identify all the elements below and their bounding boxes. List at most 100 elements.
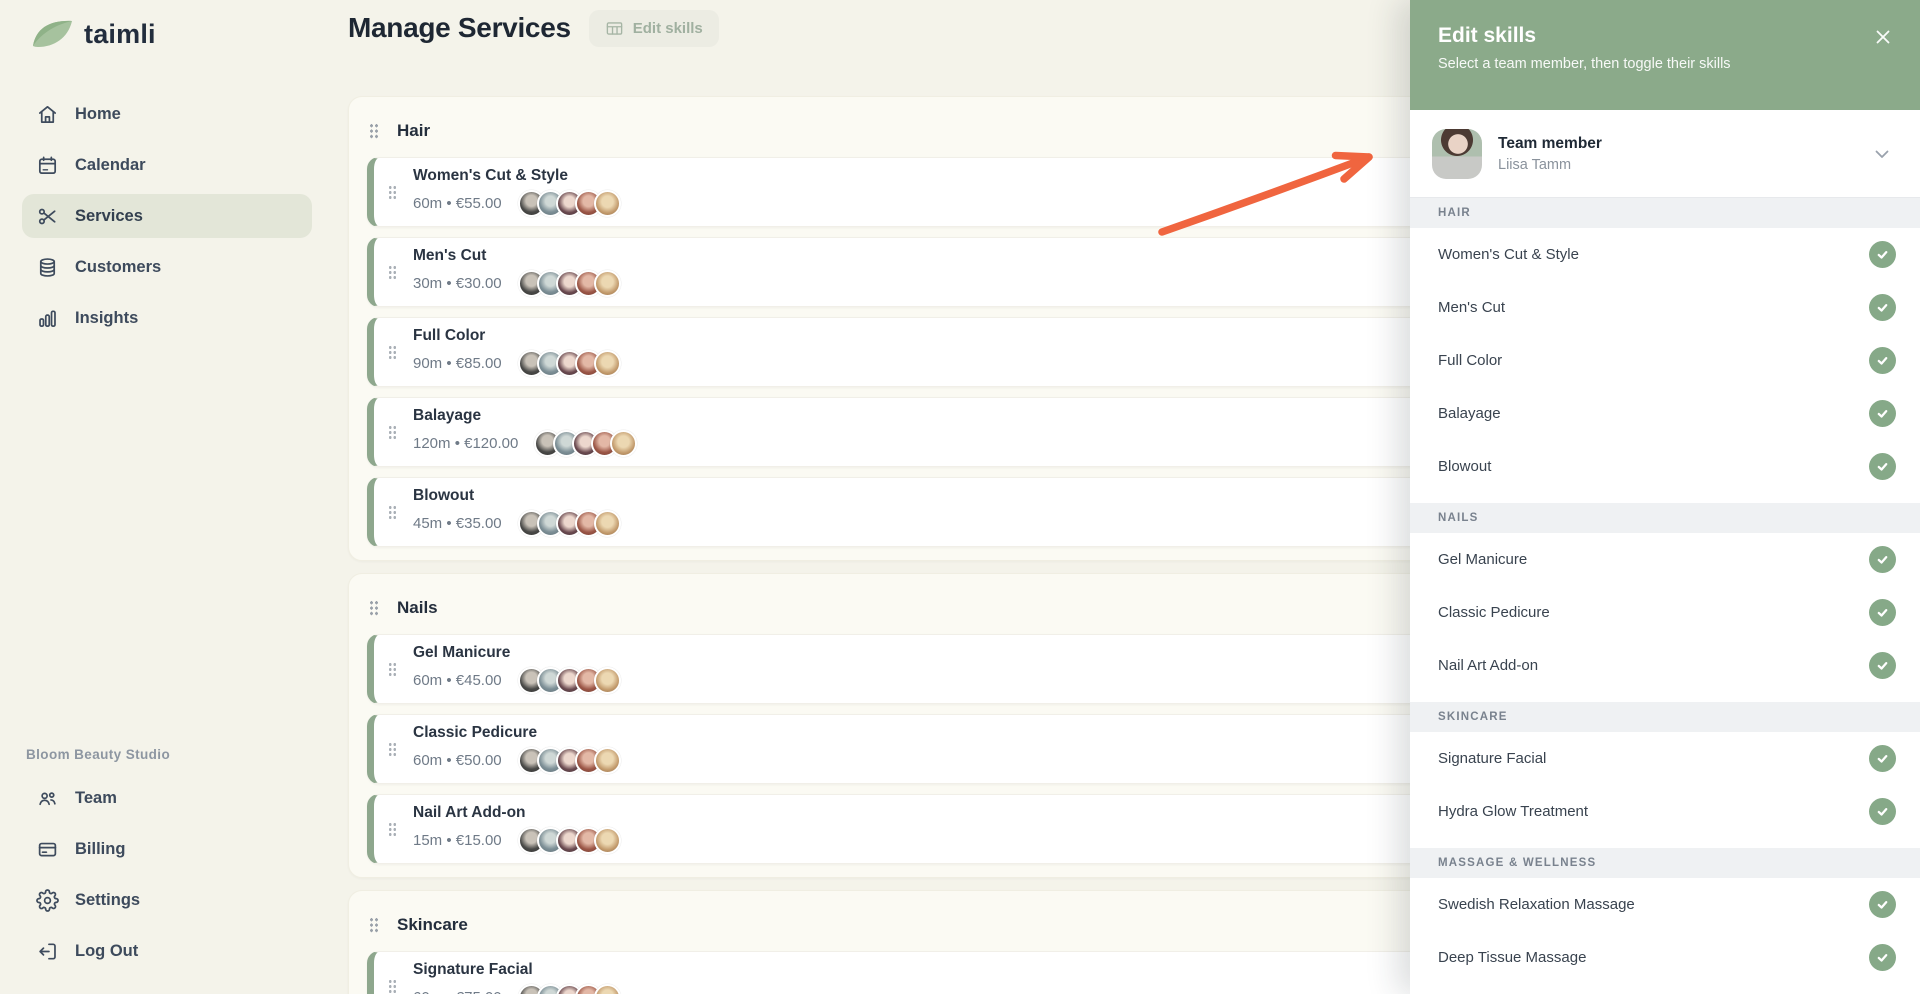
drag-handle-icon[interactable]: [388, 821, 397, 837]
skill-toggle-on-icon[interactable]: [1869, 400, 1896, 428]
staff-avatar-group: [512, 747, 621, 774]
skill-toggle-on-icon[interactable]: [1869, 453, 1896, 481]
skill-label: Blowout: [1438, 458, 1492, 476]
service-meta: 45m • €35.00: [413, 515, 502, 532]
sidebar-item-settings[interactable]: Settings: [22, 878, 312, 922]
sidebar-item-label: Billing: [75, 839, 126, 858]
skill-toggle-on-icon[interactable]: [1869, 294, 1896, 322]
skill-toggle-on-icon[interactable]: [1869, 546, 1896, 574]
skill-toggle-on-icon[interactable]: [1869, 745, 1896, 773]
team-member-label: Team member: [1498, 134, 1602, 152]
skill-row[interactable]: Hydra Glow Treatment: [1410, 785, 1920, 838]
calendar-icon: [36, 154, 59, 177]
skill-row[interactable]: Women's Cut & Style: [1410, 228, 1920, 281]
skill-section-rows: Swedish Relaxation Massage Deep Tissue M…: [1410, 878, 1920, 994]
sidebar-item-billing[interactable]: Billing: [22, 827, 312, 871]
drag-handle-icon[interactable]: [388, 978, 397, 994]
skill-section-title: SKINCARE: [1438, 711, 1508, 724]
avatar: [593, 827, 621, 854]
skill-row[interactable]: Balayage: [1410, 387, 1920, 440]
skill-label: Swedish Relaxation Massage: [1438, 896, 1635, 914]
avatar: [593, 984, 621, 994]
skill-toggle-on-icon[interactable]: [1869, 599, 1896, 627]
skill-section-header: MASSAGE & WELLNESS: [1410, 848, 1920, 879]
avatar: [1432, 128, 1482, 179]
sidebar-item-calendar[interactable]: Calendar: [22, 143, 312, 187]
drag-handle-icon[interactable]: [369, 123, 379, 139]
category-title: Nails: [397, 598, 438, 617]
drag-handle-icon[interactable]: [369, 917, 379, 933]
logo: taimli: [30, 16, 336, 52]
drag-handle-icon[interactable]: [388, 424, 397, 440]
skill-label: Deep Tissue Massage: [1438, 949, 1587, 967]
drag-handle-icon[interactable]: [388, 661, 397, 677]
sidebar-item-customers[interactable]: Customers: [22, 245, 312, 289]
skill-toggle-on-icon[interactable]: [1869, 891, 1896, 919]
staff-avatar-group: [528, 430, 638, 457]
sidebar-item-team[interactable]: Team: [22, 776, 312, 820]
gear-icon: [36, 888, 59, 912]
sidebar-item-services[interactable]: Services: [22, 194, 312, 238]
skill-section-header: NAILS: [1410, 503, 1920, 534]
skill-row[interactable]: Full Color: [1410, 334, 1920, 387]
skill-toggle-on-icon[interactable]: [1869, 652, 1896, 680]
drag-handle-icon[interactable]: [388, 504, 397, 520]
sidebar-item-insights[interactable]: Insights: [22, 296, 312, 340]
avatar: [593, 350, 621, 377]
skill-label: Nail Art Add-on: [1438, 657, 1539, 675]
category-title: Hair: [397, 121, 431, 140]
drag-handle-icon[interactable]: [369, 600, 379, 616]
skill-label: Women's Cut & Style: [1438, 246, 1579, 264]
service-meta: 60m • €50.00: [413, 752, 502, 769]
skill-row[interactable]: Nail Art Add-on: [1410, 639, 1920, 692]
skill-label: Hydra Glow Treatment: [1438, 803, 1589, 821]
page-title: Manage Services: [348, 12, 571, 43]
panel-title: Edit skills: [1438, 24, 1537, 47]
avatar: [593, 747, 621, 774]
skill-section-header: HAIR: [1410, 198, 1920, 229]
log-out-icon: [36, 940, 59, 963]
chevron-down-icon: [1870, 142, 1894, 166]
close-icon[interactable]: [1868, 22, 1898, 52]
drag-handle-icon[interactable]: [388, 741, 397, 757]
skill-label: Men's Cut: [1438, 299, 1506, 317]
service-name: Blowout: [413, 487, 475, 504]
skill-toggle-on-icon[interactable]: [1869, 944, 1896, 972]
drag-handle-icon[interactable]: [388, 184, 397, 200]
skill-toggle-on-icon[interactable]: [1869, 347, 1896, 375]
team-member-selector[interactable]: Team member Liisa Tamm: [1410, 110, 1920, 199]
skill-row[interactable]: Gel Manicure: [1410, 533, 1920, 586]
skill-row[interactable]: Deep Tissue Massage: [1410, 931, 1920, 984]
sidebar-item-label: Services: [75, 206, 143, 225]
staff-avatar-group: [512, 510, 621, 537]
edit-skills-button[interactable]: Edit skills: [588, 9, 719, 47]
sidebar-item-home[interactable]: Home: [22, 92, 312, 136]
avatar: [610, 430, 638, 457]
skill-row[interactable]: Classic Pedicure: [1410, 586, 1920, 639]
edit-skills-panel: Edit skills Select a team member, then t…: [1410, 0, 1920, 994]
skill-toggle-on-icon[interactable]: [1869, 798, 1896, 826]
workspace-label: Bloom Beauty Studio: [26, 747, 171, 762]
service-name: Gel Manicure: [413, 644, 511, 661]
drag-handle-icon[interactable]: [388, 264, 397, 280]
service-name: Full Color: [413, 327, 486, 344]
sidebar-item-label: Settings: [75, 890, 141, 909]
skill-row[interactable]: Blowout: [1410, 440, 1920, 493]
sidebar-item-logout[interactable]: Log Out: [22, 929, 312, 973]
team-member-name: Liisa Tamm: [1498, 156, 1572, 173]
skill-row[interactable]: Men's Cut: [1410, 281, 1920, 334]
skill-row[interactable]: Swedish Relaxation Massage: [1410, 878, 1920, 931]
service-name: Men's Cut: [413, 247, 487, 264]
service-name: Women's Cut & Style: [413, 167, 568, 184]
panel-header: Edit skills Select a team member, then t…: [1410, 0, 1920, 111]
skill-row[interactable]: Signature Facial: [1410, 732, 1920, 785]
drag-handle-icon[interactable]: [388, 344, 397, 360]
sidebar-item-label: Team: [75, 788, 117, 807]
table-grid-icon: [605, 19, 624, 38]
service-meta: 60m • €75.00: [413, 989, 502, 994]
service-name: Signature Facial: [413, 961, 533, 978]
skill-toggle-on-icon[interactable]: [1869, 241, 1896, 269]
people-icon: [36, 787, 59, 810]
logo-text: taimli: [84, 18, 156, 49]
